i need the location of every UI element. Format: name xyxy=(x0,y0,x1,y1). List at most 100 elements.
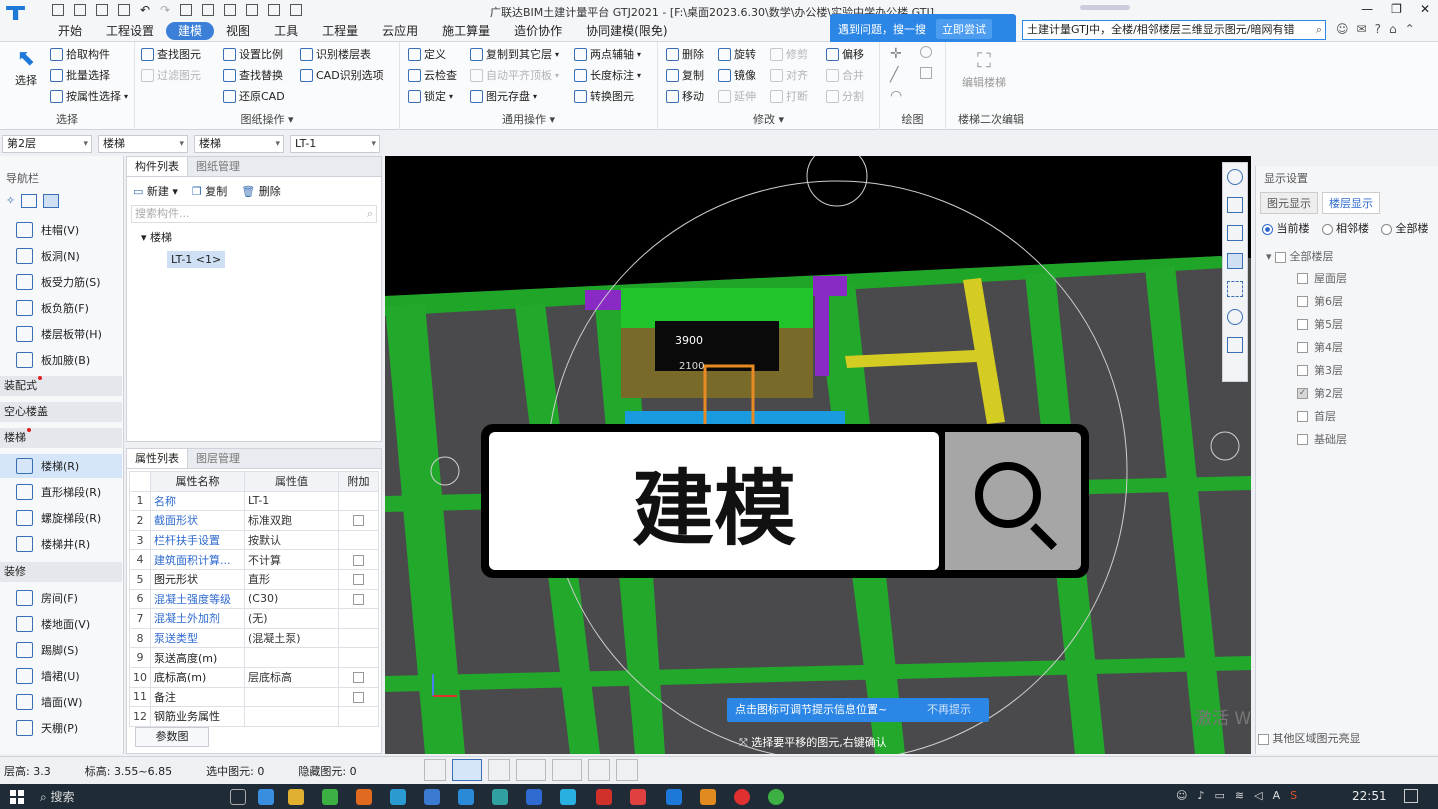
table-icon[interactable] xyxy=(202,4,215,16)
checkbox-roof[interactable] xyxy=(1297,272,1308,284)
rect-select-icon[interactable] xyxy=(452,759,482,781)
auto-align-slab-button[interactable]: 自动平齐顶板 ▾ xyxy=(470,67,559,83)
redo-icon[interactable]: ↷ xyxy=(160,4,170,16)
find-element-button[interactable]: 查找图元 xyxy=(141,46,201,62)
attach-checkbox[interactable] xyxy=(353,554,364,566)
identify-floor-table-button[interactable]: 识别楼层表 xyxy=(300,46,371,62)
nav-item-ceiling[interactable]: 天棚(P) xyxy=(0,716,122,740)
property-value[interactable]: 不计算 xyxy=(244,549,339,570)
floor-row-2[interactable]: ✓ 第2层 xyxy=(1297,385,1343,401)
tab-layer-mgmt[interactable]: 图层管理 xyxy=(188,449,248,468)
property-value[interactable] xyxy=(244,647,339,668)
top-view-icon[interactable] xyxy=(1227,197,1243,213)
explorer-icon[interactable] xyxy=(288,789,304,805)
ime-icon[interactable]: A xyxy=(1273,789,1281,802)
volume-icon[interactable]: ◁ xyxy=(1254,789,1262,802)
store-icon[interactable] xyxy=(424,789,440,805)
grid-snap-icon[interactable] xyxy=(588,759,610,781)
firefox-icon[interactable] xyxy=(356,789,372,805)
break-button[interactable]: 打断 xyxy=(770,88,808,104)
filter-element-button[interactable]: 过滤图元 xyxy=(141,67,201,83)
length-dim-button[interactable]: 长度标注 ▾ xyxy=(574,67,641,83)
task-view-icon[interactable] xyxy=(230,789,246,805)
nav-item-slab-band[interactable]: 楼层板带(H) xyxy=(0,322,122,346)
property-value[interactable]: (C30) xyxy=(244,588,339,610)
checkbox-4[interactable] xyxy=(1297,341,1308,353)
nav-item-straight-flight[interactable]: 直形梯段(R) xyxy=(0,480,122,504)
nav-item-stair[interactable]: 楼梯(R) xyxy=(0,454,122,478)
checkbox-3[interactable] xyxy=(1297,364,1308,376)
message-icon[interactable]: ✉ xyxy=(1357,22,1367,36)
pdf-icon[interactable] xyxy=(630,789,646,805)
wps-icon[interactable] xyxy=(596,789,612,805)
copy-component-button[interactable]: ❐ 复制 xyxy=(192,183,227,199)
batch-select-button[interactable]: 批量选择 xyxy=(50,67,110,83)
app-grid-icon[interactable] xyxy=(492,789,508,805)
nav-item-room[interactable]: 房间(F) xyxy=(0,586,122,610)
checkbox-1[interactable] xyxy=(1297,410,1308,422)
nav-item-slab-haunch[interactable]: 板加腋(B) xyxy=(0,348,122,372)
settings-icon[interactable] xyxy=(290,4,303,16)
tree-root[interactable]: ▾ 楼梯 xyxy=(127,223,381,245)
table-row[interactable]: 7 混凝土外加剂 (无) xyxy=(129,608,379,629)
orbit-icon[interactable] xyxy=(1227,169,1243,185)
trim-button[interactable]: 修剪 xyxy=(770,46,808,62)
floor-row-6[interactable]: 第6层 xyxy=(1297,293,1343,309)
nav-item-stair-well[interactable]: 楼梯井(R) xyxy=(0,532,122,556)
table-row[interactable]: 10 底标高(m) 层底标高 xyxy=(129,666,379,688)
menu-collab-modeling[interactable]: 协同建模(限免) xyxy=(574,20,679,42)
checkbox-2[interactable]: ✓ xyxy=(1297,387,1308,399)
nav-item-slab-hole[interactable]: 板洞(N) xyxy=(0,244,122,268)
tree-view-icon[interactable] xyxy=(43,194,60,208)
table-row[interactable]: 8 泵送类型 (混凝土泵) xyxy=(129,627,379,649)
floor-row-4[interactable]: 第4层 xyxy=(1297,339,1343,355)
property-value[interactable]: (无) xyxy=(244,608,339,629)
attach-checkbox[interactable] xyxy=(353,515,364,527)
checkbox-foundation[interactable] xyxy=(1297,433,1308,445)
cloud-check-button[interactable]: 云检查 xyxy=(408,67,457,83)
rotate-button[interactable]: 旋转 xyxy=(718,46,756,62)
clock[interactable]: 22:51 xyxy=(1352,789,1387,803)
split-button[interactable]: 分割 xyxy=(826,88,864,104)
category-select[interactable]: 楼梯 xyxy=(98,135,188,153)
help-search-input[interactable]: 土建计量GTJ中，全楼/相邻楼层三维显示图元/暗网有错 ⌕ xyxy=(1022,20,1326,40)
orange-app-icon[interactable] xyxy=(700,789,716,805)
offset-button[interactable]: 偏移 xyxy=(826,46,864,62)
mirror-button[interactable]: 镜像 xyxy=(718,67,756,83)
cube-icon[interactable] xyxy=(1227,253,1243,269)
new-component-button[interactable]: ▭ 新建 ▾ xyxy=(133,183,178,199)
tab-drawing-mgmt[interactable]: 图纸管理 xyxy=(188,157,248,176)
ortho-icon[interactable] xyxy=(424,759,446,781)
angle-icon[interactable] xyxy=(516,759,546,781)
taskbar-search[interactable]: ⌕ 搜索 xyxy=(40,787,220,807)
nav-cat-hollow[interactable]: 空心楼盖 xyxy=(0,402,122,422)
checkbox-highlight-other[interactable] xyxy=(1258,733,1269,745)
table-row[interactable]: 5 图元形状 直形 xyxy=(129,568,379,590)
delete-component-button[interactable]: 🗑 删除 xyxy=(241,183,280,199)
nav-cat-stairs[interactable]: 楼梯 xyxy=(0,428,122,448)
minimize-icon[interactable]: — xyxy=(1361,2,1373,16)
menu-construction[interactable]: 施工算量 xyxy=(430,20,502,42)
menu-cloud[interactable]: 云应用 xyxy=(370,20,430,42)
radio-adjacent-floor[interactable]: 相邻楼 xyxy=(1321,220,1369,236)
help-icon[interactable]: ? xyxy=(1375,22,1381,36)
radio-current-floor[interactable]: 当前楼 xyxy=(1262,220,1310,236)
menu-tools[interactable]: 工具 xyxy=(262,20,310,42)
try-now-button[interactable]: 立即尝试 xyxy=(936,19,992,39)
tab-element-display[interactable]: 图元显示 xyxy=(1260,192,1318,214)
save-element-button[interactable]: 图元存盘 ▾ xyxy=(470,88,537,104)
upload-icon[interactable] xyxy=(52,4,64,16)
search-icon[interactable]: ⌕ xyxy=(1316,21,1322,39)
property-value[interactable] xyxy=(244,706,339,727)
move-button[interactable]: 移动 xyxy=(666,88,704,104)
save-icon[interactable] xyxy=(118,4,130,16)
table-row[interactable]: 2 截面形状 标准双跑 xyxy=(129,510,379,531)
dismiss-tip-button[interactable]: 不再提示 xyxy=(927,698,971,722)
cad-options-button[interactable]: CAD识别选项 xyxy=(300,67,384,83)
menu-view[interactable]: 视图 xyxy=(214,20,262,42)
layer-icon[interactable] xyxy=(246,4,259,16)
checkbox-5[interactable] xyxy=(1297,318,1308,330)
delete-button[interactable]: 删除 xyxy=(666,46,704,62)
component-search-input[interactable]: 搜索构件... ⌕ xyxy=(131,205,377,223)
nav-item-negative-rebar[interactable]: 板负筋(F) xyxy=(0,296,122,320)
